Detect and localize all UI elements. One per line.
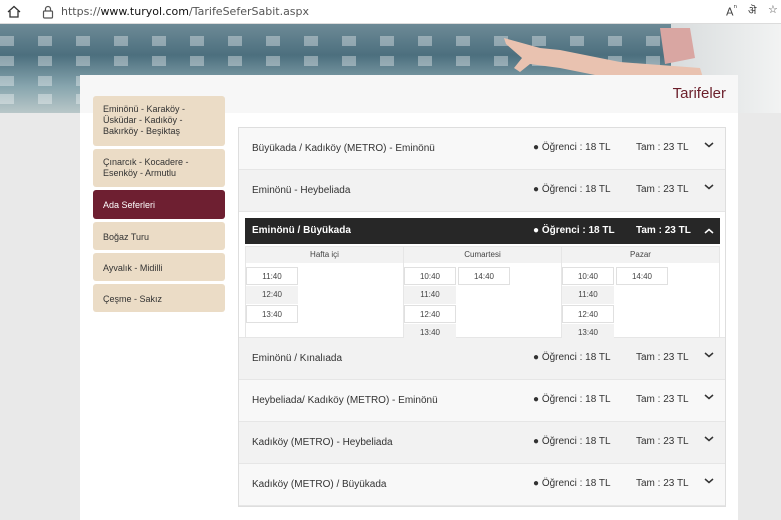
student-fare: ● Öğrenci : 18 TL: [533, 352, 611, 363]
chevron-down-icon[interactable]: [703, 475, 715, 487]
full-fare: Tam : 23 TL: [636, 225, 691, 236]
route-row[interactable]: Büyükada / Kadıköy (METRO) - Eminönü ● Ö…: [239, 128, 725, 170]
route-row[interactable]: Kadıköy (METRO) - Heybeliada ● Öğrenci :…: [239, 422, 725, 464]
route-name: Heybeliada/ Kadıköy (METRO) - Eminönü: [252, 395, 438, 406]
full-fare: Tam : 23 TL: [636, 478, 689, 489]
departure-time: 11:40: [404, 286, 456, 304]
chevron-down-icon[interactable]: [703, 349, 715, 361]
page-title: Tarifeler: [672, 85, 726, 102]
full-fare: Tam : 23 TL: [636, 184, 689, 195]
schedule-column-header: Cumartesi: [404, 247, 561, 263]
sidebar-item-cesme-sakiz[interactable]: Çeşme - Sakız: [93, 284, 225, 312]
route-name: Eminönü - Heybeliada: [252, 185, 351, 196]
sidebar-item-ada-seferleri[interactable]: Ada Seferleri: [93, 190, 225, 219]
browser-address-bar: https://www.turyol.com/TarifeSeferSabit.…: [0, 0, 781, 24]
schedule-column-saturday: Cumartesi 10:40 11:40 12:40 13:40 14:40: [404, 247, 562, 342]
home-icon[interactable]: [6, 4, 22, 20]
chevron-up-icon[interactable]: [703, 225, 715, 237]
route-name: Kadıköy (METRO) - Heybeliada: [252, 437, 393, 448]
route-name: Eminönü / Kınalıada: [252, 353, 343, 364]
route-accordion: Büyükada / Kadıköy (METRO) - Eminönü ● Ö…: [238, 127, 726, 507]
departure-time: 12:40: [562, 305, 614, 323]
departure-time: 10:40: [562, 267, 614, 285]
schedule-column-header: Hafta içi: [246, 247, 403, 263]
departure-time: 12:40: [404, 305, 456, 323]
read-aloud-icon[interactable]: Aⁿ: [726, 3, 737, 19]
departure-time: 12:40: [246, 286, 298, 304]
departure-time: 13:40: [246, 305, 298, 323]
student-fare: ● Öğrenci : 18 TL: [533, 225, 615, 236]
route-row[interactable]: Eminönü / Kınalıada ● Öğrenci : 18 TL Ta…: [239, 338, 725, 380]
route-row[interactable]: Kadıköy (METRO) / Büyükada ● Öğrenci : 1…: [239, 464, 725, 506]
student-fare: ● Öğrenci : 18 TL: [533, 478, 611, 489]
student-fare: ● Öğrenci : 18 TL: [533, 142, 611, 153]
chevron-down-icon[interactable]: [703, 433, 715, 445]
sidebar-item-cinarcik[interactable]: Çınarcık - Kocadere - Esenköy - Armutlu: [93, 149, 225, 187]
full-fare: Tam : 23 TL: [636, 394, 689, 405]
url-field[interactable]: https://www.turyol.com/TarifeSeferSabit.…: [61, 5, 309, 18]
route-name: Kadıköy (METRO) / Büyükada: [252, 479, 387, 490]
departure-time: 11:40: [246, 267, 298, 285]
sidebar-item-bogaz-turu[interactable]: Boğaz Turu: [93, 222, 225, 250]
route-row-expanded[interactable]: Eminönü / Büyükada ● Öğrenci : 18 TL Tam…: [239, 212, 725, 342]
full-fare: Tam : 23 TL: [636, 436, 689, 447]
favorite-icon[interactable]: ☆: [768, 3, 778, 16]
content-panel: Tarifeler Eminönü - Karaköy - Üsküdar - …: [80, 75, 738, 520]
route-row[interactable]: Eminönü - Heybeliada ● Öğrenci : 18 TL T…: [239, 170, 725, 212]
full-fare: Tam : 23 TL: [636, 142, 689, 153]
departure-time: 14:40: [458, 267, 510, 285]
url-prefix: https://: [61, 5, 101, 18]
chevron-down-icon[interactable]: [703, 139, 715, 151]
schedule-column-weekday: Hafta içi 11:40 12:40 13:40: [246, 247, 404, 337]
url-host: www.turyol.com: [100, 5, 190, 18]
schedule-table: Hafta içi 11:40 12:40 13:40 Cumartesi 10…: [245, 246, 720, 342]
departure-time: 11:40: [562, 286, 614, 304]
translate-icon[interactable]: ऄ: [748, 3, 756, 18]
sidebar-menu: Eminönü - Karaköy - Üsküdar - Kadıköy - …: [93, 96, 225, 315]
route-name: Eminönü / Büyükada: [252, 225, 351, 236]
expanded-route-header[interactable]: Eminönü / Büyükada ● Öğrenci : 18 TL Tam…: [245, 218, 720, 244]
schedule-column-header: Pazar: [562, 247, 719, 263]
full-fare: Tam : 23 TL: [636, 352, 689, 363]
sidebar-item-eminonu-karakoy[interactable]: Eminönü - Karaköy - Üsküdar - Kadıköy - …: [93, 96, 225, 146]
route-name: Büyükada / Kadıköy (METRO) - Eminönü: [252, 143, 435, 154]
url-path: /TarifeSeferSabit.aspx: [189, 5, 310, 18]
chevron-down-icon[interactable]: [703, 181, 715, 193]
student-fare: ● Öğrenci : 18 TL: [533, 184, 611, 195]
route-row[interactable]: Heybeliada/ Kadıköy (METRO) - Eminönü ● …: [239, 380, 725, 422]
student-fare: ● Öğrenci : 18 TL: [533, 394, 611, 405]
student-fare: ● Öğrenci : 18 TL: [533, 436, 611, 447]
chevron-down-icon[interactable]: [703, 391, 715, 403]
departure-time: 10:40: [404, 267, 456, 285]
schedule-column-sunday: Pazar 10:40 11:40 12:40 13:40 14:40: [562, 247, 719, 342]
sidebar-item-ayvalik-midilli[interactable]: Ayvalık - Midilli: [93, 253, 225, 281]
departure-time: 14:40: [616, 267, 668, 285]
lock-icon[interactable]: [41, 4, 55, 20]
